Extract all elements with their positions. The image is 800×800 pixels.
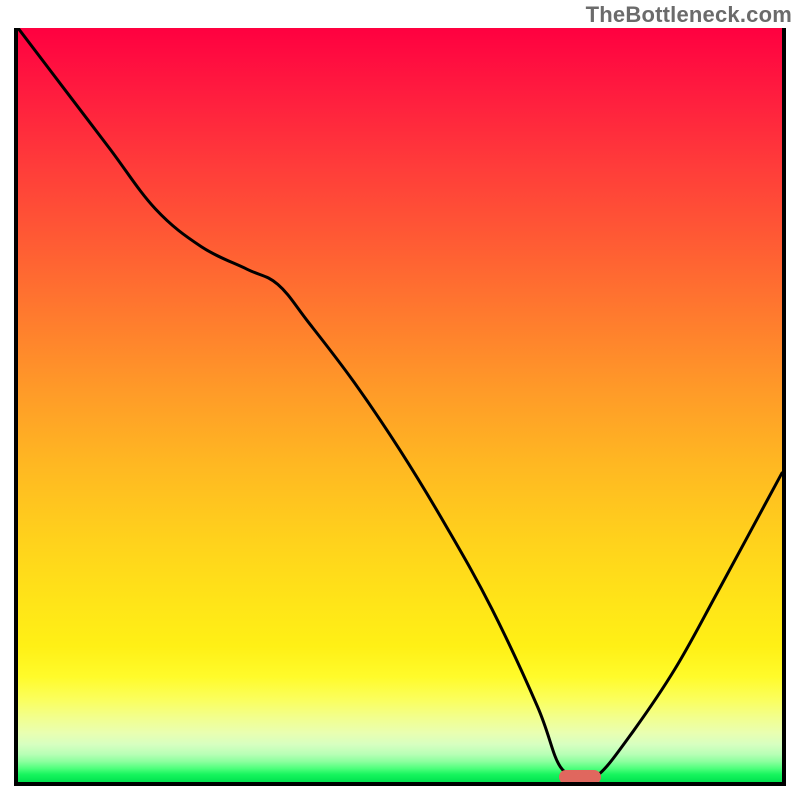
chart-container: TheBottleneck.com — [0, 0, 800, 800]
bottleneck-curve — [18, 28, 782, 782]
optimal-marker — [559, 770, 601, 784]
watermark-label: TheBottleneck.com — [586, 2, 792, 28]
plot-frame — [14, 28, 786, 786]
